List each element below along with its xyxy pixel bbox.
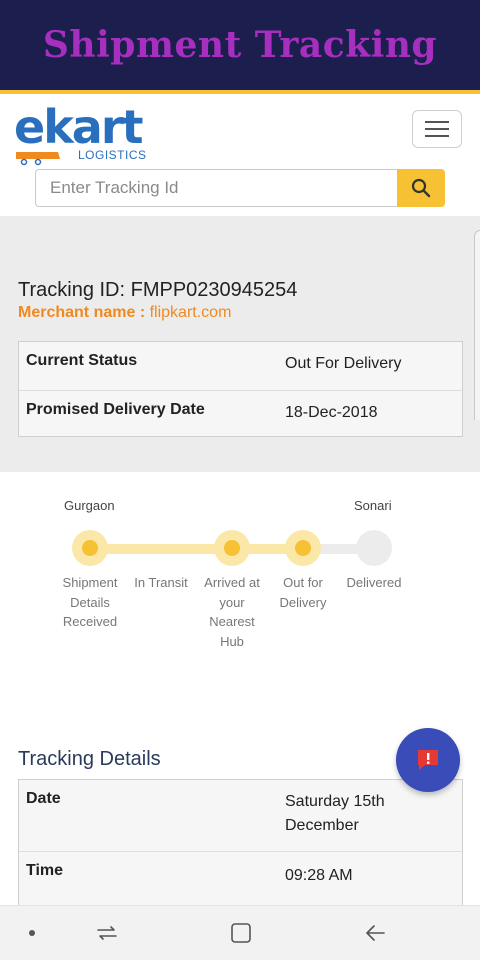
shipment-progress: Gurgaon Sonari Shipment Details Received… [0,472,480,732]
merchant-name: Merchant name : flipkart.com [18,304,231,322]
site-header: ekart LOGISTICS [0,94,480,216]
merchant-label: Merchant name : [18,304,150,321]
table-row: Promised Delivery Date 18-Dec-2018 [19,390,462,438]
progress-fill [88,544,302,554]
system-nav-bar [0,905,480,960]
feedback-fab[interactable] [396,728,460,792]
hamburger-menu-icon [425,121,449,123]
merchant-value: flipkart.com [149,304,232,321]
date-value: Saturday 15th December [285,793,385,834]
top-banner: Shipment Tracking [0,0,480,90]
hamburger-menu-icon-bar [425,128,449,130]
tracking-details-title: Tracking Details [18,748,161,770]
back-icon[interactable] [364,922,386,944]
status-table: Current Status Out For Delivery Promised… [18,341,463,437]
step-node-arrived-at-hub [214,530,250,566]
step-label: Shipment Details Received [62,575,118,629]
menu-button[interactable] [412,110,462,148]
tracking-details-table: Date Saturday 15th December Time 09:28 A… [18,779,463,919]
tracking-id: Tracking ID: FMPP0230945254 [18,279,298,301]
truck-icon [16,152,60,166]
ekart-logo[interactable]: ekart LOGISTICS [14,100,154,166]
time-value: 09:28 AM [285,867,353,884]
step-node-delivered [356,530,392,566]
chat-alert-icon [418,750,438,770]
dot-icon [29,930,35,936]
step-label: Delivered [346,575,402,590]
step-label: Out for Delivery [279,575,327,610]
step-node-shipment-details-received [72,530,108,566]
home-icon[interactable] [230,922,252,944]
logo-word: ekart [14,100,144,154]
origin-city: Gurgaon [64,498,115,513]
table-row: Date Saturday 15th December [19,780,462,851]
status-value: Out For Delivery [285,355,402,372]
step-node-out-for-delivery [285,530,321,566]
side-drawer-edge[interactable] [474,230,480,420]
time-key: Time [26,862,64,879]
promised-date-value: 18-Dec-2018 [285,404,378,421]
step-label: Arrived at your Nearest Hub [204,575,260,649]
search-bar [35,169,445,207]
destination-city: Sonari [354,498,392,513]
step-label: In Transit [134,575,188,590]
hamburger-menu-icon-bar [425,135,449,137]
search-icon [411,178,431,198]
banner-title: Shipment Tracking [42,24,438,66]
status-key: Current Status [26,352,138,369]
logo-subtitle: LOGISTICS [78,148,147,162]
recent-apps-icon[interactable] [96,922,118,944]
table-row: Current Status Out For Delivery [19,342,462,390]
promised-date-key: Promised Delivery Date [26,401,205,418]
date-key: Date [26,790,61,807]
search-button[interactable] [397,169,445,207]
tracking-id-input[interactable] [35,169,397,207]
